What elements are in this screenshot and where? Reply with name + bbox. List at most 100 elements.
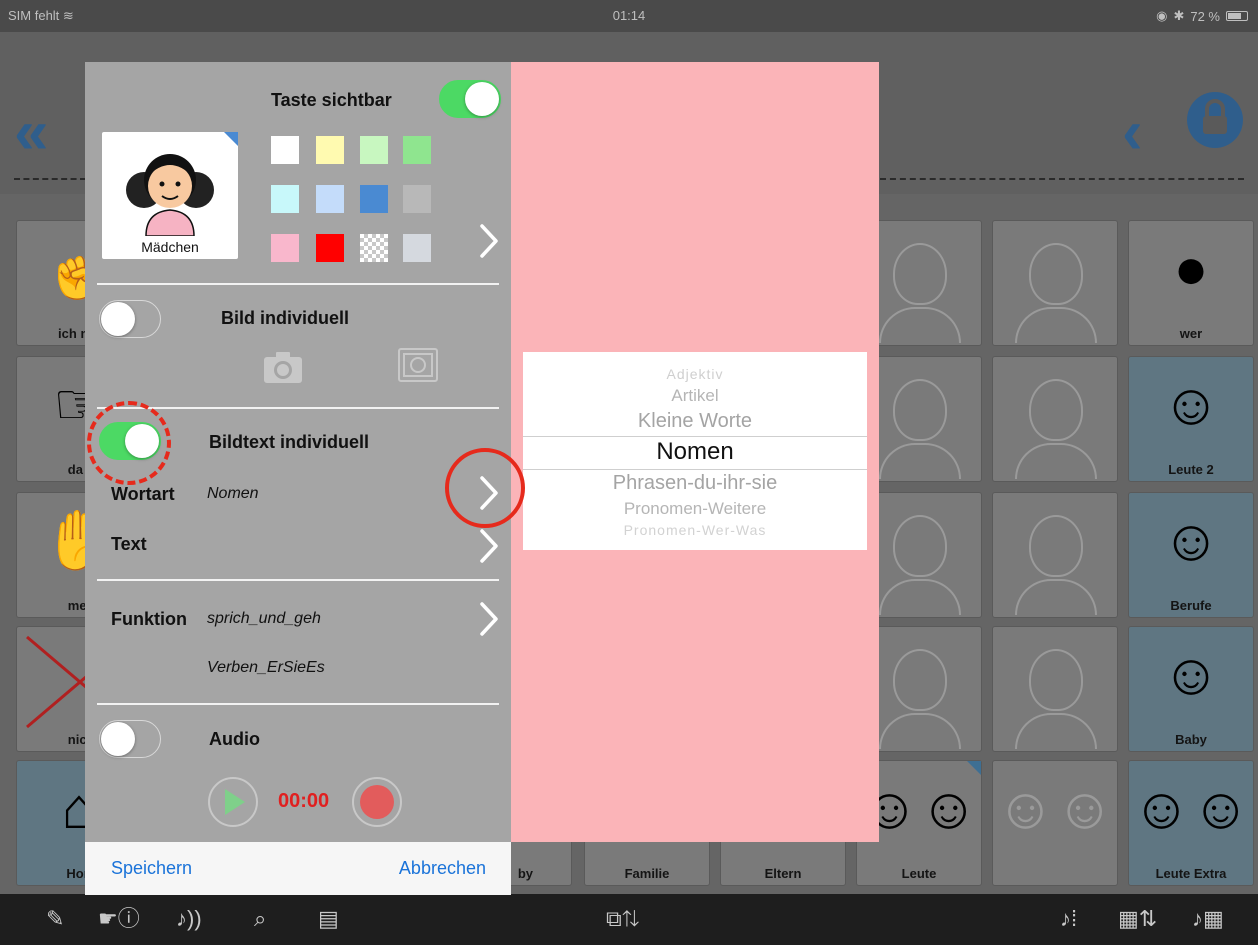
person-outline-icon <box>1029 515 1083 577</box>
grid-cell[interactable] <box>992 220 1118 346</box>
person-outline-body <box>879 713 961 749</box>
girl-icon <box>126 154 214 236</box>
function-label: Funktion <box>111 609 187 629</box>
bottom-toolbar: ✎ ☛ⓘ ♪)) ⌕ ▤ ⧉⇅ ♪⁞ ▦⇅ ♪▦ <box>0 894 1258 945</box>
person-outline-icon <box>893 649 947 711</box>
picker-option[interactable]: Artikel <box>523 386 867 406</box>
custom-image-label: Bild individuell <box>221 308 350 328</box>
save-button[interactable]: Speichern <box>111 858 192 879</box>
play-icon[interactable] <box>207 776 259 828</box>
audio-label: Audio <box>209 729 260 749</box>
custom-image-toggle[interactable] <box>99 300 161 338</box>
picker-option[interactable]: Kleine Worte <box>523 410 867 433</box>
picker-option[interactable]: Adjektiv <box>523 366 867 382</box>
grid-cell-label: Baby <box>1175 732 1207 747</box>
color-swatch[interactable] <box>360 185 388 213</box>
person-outline-icon <box>1029 379 1083 441</box>
people-outline-icon: ☺☺ <box>995 776 1115 841</box>
speak-bar-icon[interactable]: ♪⁞ <box>1060 906 1077 932</box>
chevron-right-icon[interactable] <box>478 527 500 565</box>
grid-cell[interactable]: ● wer <box>1128 220 1254 346</box>
status-bar: SIM fehlt ≋ 01:14 ◉ ✱ 72 % <box>0 0 1258 32</box>
text-label: Text <box>111 534 147 554</box>
function-value-1: sprich_und_geh <box>207 610 321 627</box>
grid-cell[interactable] <box>992 492 1118 618</box>
clock: 01:14 <box>612 8 646 23</box>
word-type-label: Wortart <box>111 484 175 504</box>
cancel-button[interactable]: Abbrechen <box>399 858 486 879</box>
person-outline-body <box>1015 307 1097 343</box>
people-extra-icon: ☺☺ <box>1131 776 1251 841</box>
photo-library-icon[interactable] <box>398 348 438 382</box>
function-value-2: Verben_ErSieEs <box>207 659 325 676</box>
grandmother-icon: ☺ <box>1161 372 1221 437</box>
record-icon[interactable] <box>351 776 403 828</box>
picker-selection-line <box>523 436 867 437</box>
battery-status: ◉ ✱ 72 % <box>1156 8 1248 24</box>
person-outline-icon <box>893 243 947 305</box>
camera-icon[interactable] <box>263 350 303 384</box>
picker-option[interactable]: Phrasen-du-ihr-sie <box>523 472 867 495</box>
info-hand-icon[interactable]: ☛ⓘ <box>98 906 140 932</box>
color-swatch[interactable] <box>271 136 299 164</box>
section-divider <box>97 703 499 705</box>
sentence-line-right <box>880 178 1244 180</box>
color-swatch[interactable] <box>403 234 431 262</box>
grid-cell-label: Leute Extra <box>1155 866 1227 881</box>
audio-toggle[interactable] <box>99 720 161 758</box>
color-swatch[interactable] <box>403 136 431 164</box>
panel-footer: Speichern Abbrechen <box>85 842 511 895</box>
color-swatch[interactable] <box>403 185 431 213</box>
key-visible-toggle[interactable] <box>439 80 501 118</box>
grid-cell[interactable] <box>992 626 1118 752</box>
color-swatch[interactable] <box>271 234 299 262</box>
grid-cell[interactable] <box>992 356 1118 482</box>
word-type-picker[interactable]: Adjektiv Artikel Kleine Worte Nomen Phra… <box>523 352 867 550</box>
battery-percent: 72 % <box>1190 8 1220 24</box>
color-swatch[interactable] <box>316 185 344 213</box>
symbol-thumbnail[interactable]: Mädchen <box>102 132 238 259</box>
picker-option[interactable]: Pronomen-Wer-Was <box>523 522 867 538</box>
chevron-right-icon[interactable] <box>478 222 500 260</box>
speak-icon[interactable]: ♪)) <box>176 906 202 932</box>
person-outline-body <box>1015 443 1097 479</box>
color-swatch[interactable] <box>316 136 344 164</box>
grid-cell[interactable]: ☺ Leute 2 <box>1128 356 1254 482</box>
search-icon[interactable]: ⌕ <box>254 906 266 932</box>
person-outline-icon <box>893 379 947 441</box>
grid-sort-icon[interactable]: ▦⇅ <box>1118 906 1157 932</box>
grid-cell[interactable]: ☺☺ Leute Extra <box>1128 760 1254 886</box>
color-swatch[interactable] <box>360 136 388 164</box>
lock-icon[interactable] <box>1186 84 1244 150</box>
double-back-icon[interactable]: « <box>14 102 48 164</box>
person-outline-body <box>1015 713 1097 749</box>
back-icon[interactable]: ‹ <box>1122 102 1143 164</box>
grid-cell[interactable]: ☺☺ <box>992 760 1118 886</box>
thumbnail-caption: Mädchen <box>141 239 199 255</box>
pencil-icon[interactable]: ✎ <box>46 906 64 932</box>
key-visible-label: Taste sichtbar <box>271 90 392 110</box>
chevron-right-icon[interactable] <box>478 600 500 638</box>
color-swatch[interactable] <box>360 234 388 262</box>
battery-icon <box>1226 11 1248 21</box>
grid-cell[interactable]: ☺ Baby <box>1128 626 1254 752</box>
grid-cell-label: Familie <box>624 866 670 881</box>
bluetooth-icon: ✱ <box>1173 8 1185 23</box>
section-divider <box>97 283 499 285</box>
person-outline-body <box>879 579 961 615</box>
grid-cell[interactable]: ☺ Berufe <box>1128 492 1254 618</box>
color-swatch[interactable] <box>271 185 299 213</box>
picker-option[interactable]: Pronomen-Weitere <box>523 499 867 519</box>
word-type-value: Nomen <box>207 485 259 502</box>
color-swatch[interactable] <box>316 234 344 262</box>
question-head-icon: ● <box>1173 236 1209 301</box>
section-divider <box>97 579 499 581</box>
layout-switch-icon[interactable]: ⧉⇅ <box>606 906 639 932</box>
highlight-circle <box>445 448 525 528</box>
section-divider <box>97 407 499 409</box>
person-outline-body <box>879 307 961 343</box>
picker-selection-line <box>523 469 867 470</box>
grid-speak-icon[interactable]: ♪▦ <box>1192 906 1224 932</box>
document-icon[interactable]: ▤ <box>318 906 339 932</box>
picker-option-selected[interactable]: Nomen <box>523 438 867 466</box>
